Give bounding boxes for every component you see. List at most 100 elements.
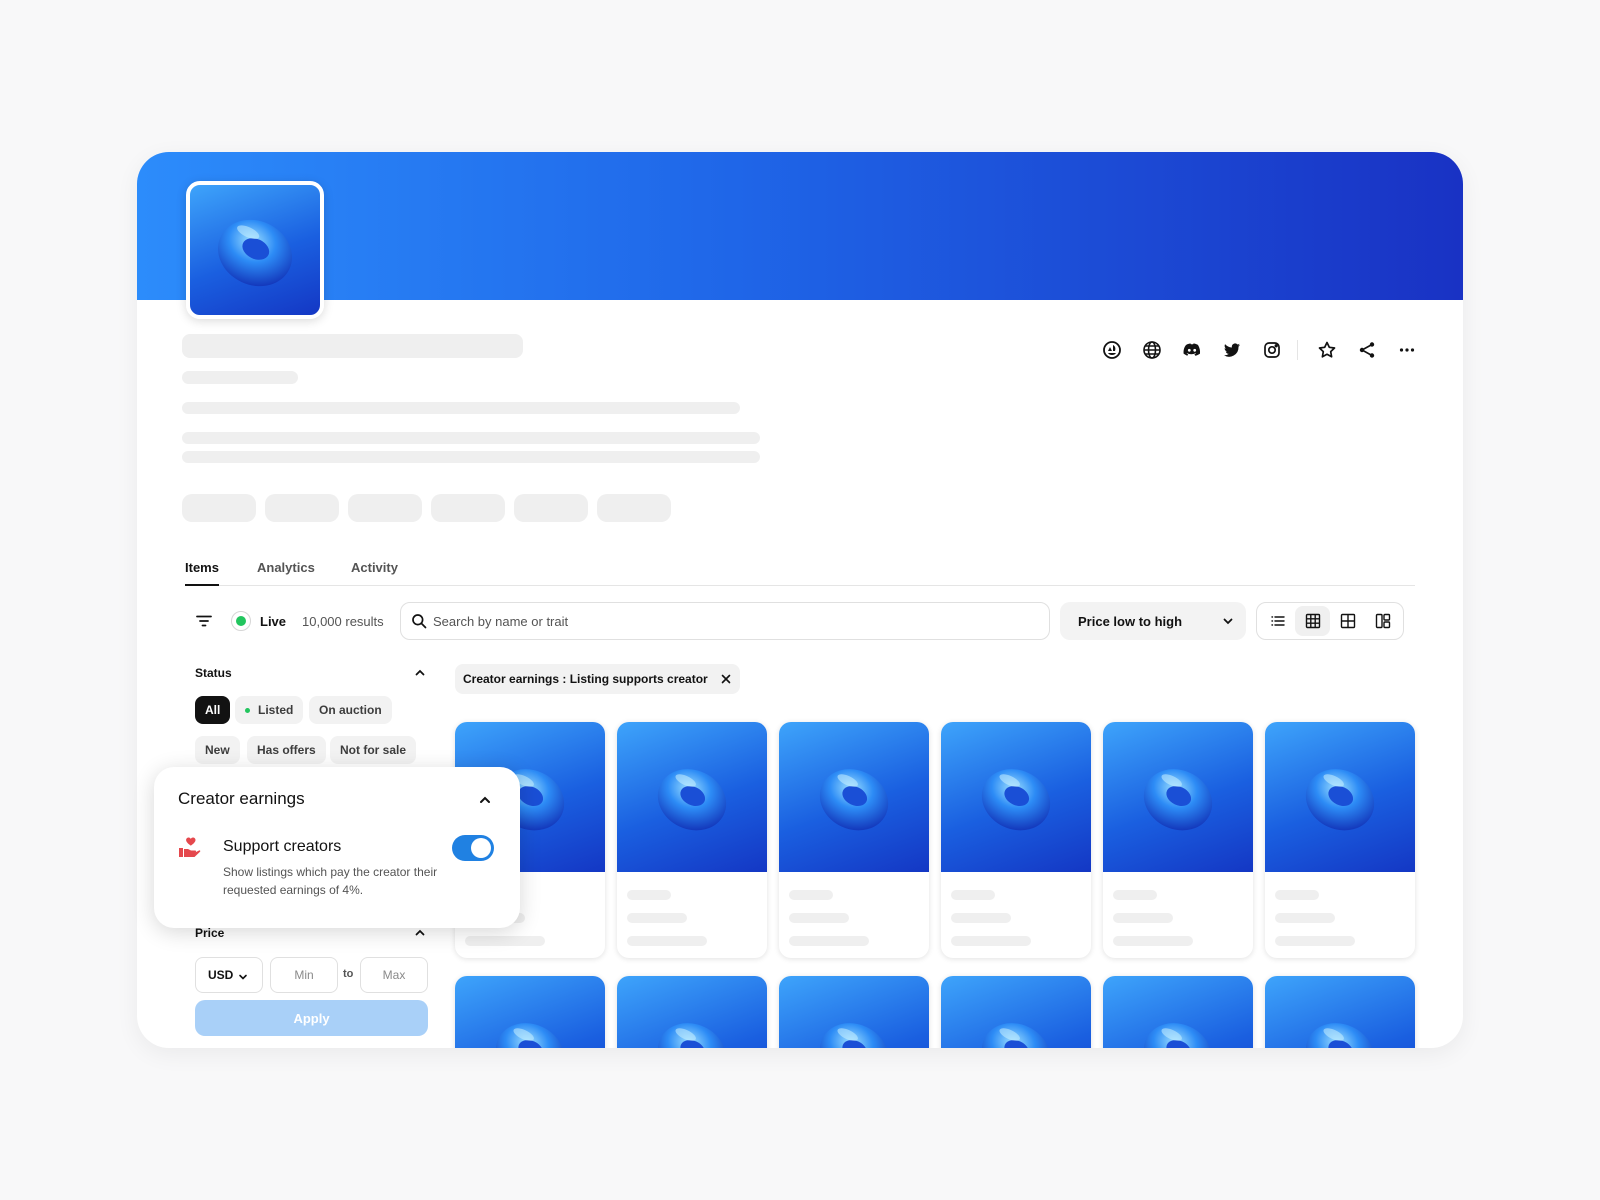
item-image [779,976,929,1048]
live-label: Live [260,614,287,629]
collection-avatar [186,181,324,319]
description-skeleton-1 [182,432,760,444]
item-image [1103,722,1253,872]
star-icon[interactable] [1315,338,1339,362]
item-text-skeleton [951,890,995,900]
view-mode-toggle [1256,602,1404,640]
item-card[interactable] [617,976,767,1048]
item-card[interactable] [941,976,1091,1048]
apply-button[interactable]: Apply [195,1000,428,1036]
chevron-up-icon[interactable] [478,793,492,807]
description-skeleton-2 [182,451,760,463]
stat-pill-skeleton [597,494,671,522]
status-chip-new[interactable]: New [195,736,240,764]
item-text-skeleton [789,913,849,923]
item-card[interactable] [779,722,929,958]
applied-filter-chip: Creator earnings : Listing supports crea… [455,664,740,694]
item-text-skeleton [951,913,1011,923]
item-text-skeleton [627,936,707,946]
status-chip-on-auction[interactable]: On auction [309,696,392,724]
item-image [1265,722,1415,872]
support-creators-label: Support creators [223,838,342,855]
status-chip-listed-label: Listed [258,703,294,717]
instagram-icon[interactable] [1260,338,1284,362]
price-filter-title: Price [195,926,225,940]
status-chip-has-offers[interactable]: Has offers [247,736,326,764]
grid-small-icon[interactable] [1295,606,1330,636]
item-image [1265,976,1415,1048]
tab-analytics[interactable]: Analytics [257,560,315,575]
items-toolbar: Live 10,000 results Price low to high [185,602,1415,640]
twitter-icon[interactable] [1220,338,1244,362]
creator-earnings-panel: Creator earnings Support creators Show l… [154,767,520,928]
support-creators-toggle[interactable] [452,835,494,861]
item-image [617,722,767,872]
listed-dot [245,707,250,713]
tab-activity[interactable]: Activity [351,560,398,575]
chevron-up-icon[interactable] [414,927,426,939]
chevron-down-icon [239,974,247,980]
item-image [455,976,605,1048]
item-card[interactable] [941,722,1091,958]
currency-value: USD [208,968,234,982]
status-filter-title: Status [195,666,232,680]
live-indicator [231,611,251,631]
tab-items[interactable]: Items [185,560,219,586]
stat-pill-skeleton [514,494,588,522]
item-image [941,976,1091,1048]
sort-dropdown[interactable]: Price low to high [1060,602,1246,640]
applied-filter-label: Creator earnings : Listing supports crea… [463,672,708,686]
item-image [617,976,767,1048]
item-card[interactable] [779,976,929,1048]
collection-name-skeleton [182,334,523,358]
grid-large-icon[interactable] [1330,606,1365,636]
mosaic-icon[interactable] [1365,606,1400,636]
item-text-skeleton [789,890,833,900]
status-chip-listed[interactable]: Listed [235,696,304,724]
item-card[interactable] [1103,722,1253,958]
status-chip-all[interactable]: All [195,696,231,724]
chevron-up-icon[interactable] [414,667,426,679]
more-icon[interactable] [1395,338,1419,362]
item-text-skeleton [1275,913,1335,923]
search-box[interactable] [400,602,1050,640]
item-text-skeleton [1275,890,1319,900]
item-card[interactable] [1265,976,1415,1048]
item-image [941,722,1091,872]
item-text-skeleton [1113,890,1157,900]
heart-hand-icon [179,837,201,857]
price-min-input[interactable] [270,957,338,993]
item-text-skeleton [1113,936,1193,946]
stat-pill-skeleton [265,494,339,522]
share-icon[interactable] [1355,338,1379,362]
stat-pill-skeleton [348,494,422,522]
filter-icon[interactable] [195,612,213,630]
item-card[interactable] [1265,722,1415,958]
opensea-icon[interactable] [1100,338,1124,362]
stats-skeleton [182,402,740,414]
donut-image [218,219,292,287]
support-creators-description: Show listings which pay the creator thei… [223,865,438,897]
close-icon[interactable] [721,674,731,684]
currency-select[interactable]: USD [195,957,263,993]
list-view-icon[interactable] [1260,606,1295,636]
toggle-knob [471,838,491,858]
item-image [779,722,929,872]
chevron-down-icon [1223,618,1233,625]
discord-icon[interactable] [1180,338,1204,362]
item-card[interactable] [617,722,767,958]
price-max-input[interactable] [360,957,428,993]
price-to-label: to [343,968,354,980]
item-card[interactable] [1103,976,1253,1048]
item-card[interactable] [455,976,605,1048]
globe-icon[interactable] [1140,338,1164,362]
stat-pill-skeleton [431,494,505,522]
stat-pill-skeleton [182,494,256,522]
results-count: 10,000 results [302,614,384,629]
icon-divider [1297,340,1298,360]
item-text-skeleton [465,936,545,946]
search-input[interactable] [433,603,1033,639]
collection-banner [137,152,1463,300]
status-chip-not-for-sale[interactable]: Not for sale [330,736,417,764]
search-icon [412,614,427,629]
